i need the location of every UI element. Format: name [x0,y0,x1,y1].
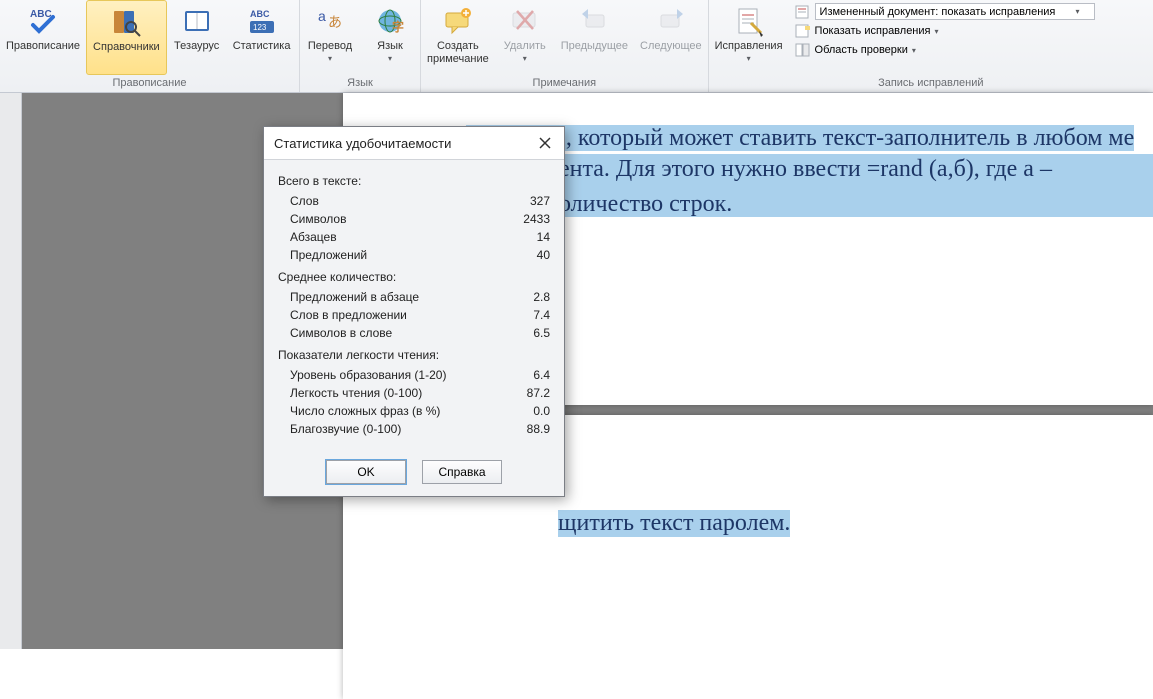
spelling-icon: ABC [26,4,60,38]
next-comment-icon [654,4,688,38]
group-tracking-label: Запись исправлений [709,75,1153,92]
language-icon: 字 [373,4,407,38]
group-proofing-label: Правописание [0,75,299,92]
new-comment-label: Создатьпримечание [427,40,489,65]
ribbon: ABC Правописание Справочники Тезаурус AB… [0,0,1153,93]
counts-header: Всего в тексте: [278,174,550,188]
dialog-titlebar[interactable]: Статистика удобочитаемости [264,127,564,160]
track-changes-button[interactable]: Исправления ▾ [709,0,789,75]
dropdown-arrow-icon: ▾ [523,54,527,63]
ribbon-group-proofing: ABC Правописание Справочники Тезаурус AB… [0,0,300,92]
stat-row-chars: Символов2433 [278,210,550,228]
svg-text:ABC: ABC [30,9,52,20]
thesaurus-icon [180,4,214,38]
ribbon-group-comments: Создатьпримечание Удалить ▾ Предыдущее [421,0,709,92]
spelling-label: Правописание [6,40,80,53]
stat-row-words-per-sent: Слов в предложении7.4 [278,306,550,324]
close-icon [539,137,551,149]
thesaurus-label: Тезаурус [174,40,219,53]
research-label: Справочники [93,41,160,54]
svg-text:123: 123 [253,23,267,32]
dialog-body: Всего в тексте: Слов327 Символов2433 Абз… [264,160,564,450]
display-for-review-value: Измененный документ: показать исправлени… [820,6,1056,18]
reviewing-pane-button[interactable]: Область проверки ▾ [795,42,1095,58]
translate-icon: aあ [313,4,347,38]
display-for-review-select[interactable]: Измененный документ: показать исправлени… [815,3,1095,20]
dialog-title: Статистика удобочитаемости [274,136,451,151]
svg-text:字: 字 [392,19,404,34]
readability-header: Показатели легкости чтения: [278,348,550,362]
stat-row-paragraphs: Абзацев14 [278,228,550,246]
translate-label: Перевод [308,40,352,53]
ok-button[interactable]: OK [326,460,406,484]
wordcount-label: Статистика [233,40,291,53]
wordcount-icon: ABC 123 [245,4,279,38]
document-workspace: генератор, который может ставить текст-з… [0,93,1153,649]
language-label: Язык [377,40,403,53]
show-markup-icon [795,23,811,39]
dropdown-arrow-icon: ▾ [388,54,392,63]
group-language-label: Язык [300,75,420,92]
previous-comment-icon [577,4,611,38]
track-changes-label: Исправления [715,40,783,53]
chevron-down-icon: ▾ [935,27,939,36]
translate-button[interactable]: aあ Перевод ▾ [300,0,360,75]
language-button[interactable]: 字 Язык ▾ [360,0,420,75]
display-review-icon [795,4,811,20]
next-comment-label: Следующее [640,40,702,53]
previous-comment-button[interactable]: Предыдущее [555,0,634,75]
research-button[interactable]: Справочники [86,0,167,75]
document-text[interactable]: оличество строк. [559,191,732,218]
document-text[interactable]: щитить текст паролем. [466,510,790,537]
stat-row-sent-per-para: Предложений в абзаце2.8 [278,288,550,306]
new-comment-button[interactable]: Создатьпримечание [421,0,495,75]
dropdown-arrow-icon: ▾ [747,54,751,63]
show-markup-button[interactable]: Показать исправления ▾ [795,23,1095,39]
ribbon-group-language: aあ Перевод ▾ 字 Язык ▾ Язык [300,0,421,92]
thesaurus-button[interactable]: Тезаурус [167,0,227,75]
svg-text:a: a [318,8,326,24]
spelling-button[interactable]: ABC Правописание [0,0,86,75]
readability-statistics-dialog: Статистика удобочитаемости Всего в текст… [263,126,565,497]
svg-text:あ: あ [328,14,342,30]
ribbon-group-tracking: Исправления ▾ Измененный документ: показ… [709,0,1153,92]
dialog-buttons: OK Справка [264,450,564,496]
reviewing-pane-icon [795,42,811,58]
averages-header: Среднее количество: [278,270,550,284]
delete-comment-button[interactable]: Удалить ▾ [495,0,555,75]
show-markup-label: Показать исправления [815,25,931,37]
stat-row-chars-per-word: Символов в слове6.5 [278,324,550,342]
chevron-down-icon: ▾ [1076,7,1080,16]
vertical-ruler[interactable] [0,93,22,649]
delete-comment-label: Удалить [504,40,546,53]
group-comments-label: Примечания [421,75,708,92]
research-icon [109,5,143,39]
close-button[interactable] [534,133,556,153]
reviewing-pane-label: Область проверки [815,44,908,56]
delete-comment-icon [508,4,542,38]
previous-comment-label: Предыдущее [561,40,628,53]
stat-row-sentences: Предложений40 [278,246,550,264]
chevron-down-icon: ▾ [912,46,916,55]
new-comment-icon [441,4,475,38]
next-comment-button[interactable]: Следующее [634,0,708,75]
track-changes-icon [732,4,766,38]
dropdown-arrow-icon: ▾ [328,54,332,63]
stat-row-words: Слов327 [278,192,550,210]
stat-row-euphony: Благозвучие (0-100)88.9 [278,420,550,438]
stat-row-grade: Уровень образования (1-20)6.4 [278,366,550,384]
wordcount-button[interactable]: ABC 123 Статистика [227,0,297,75]
stat-row-ease: Легкость чтения (0-100)87.2 [278,384,550,402]
svg-text:ABC: ABC [250,9,270,19]
help-button[interactable]: Справка [422,460,502,484]
stat-row-complex: Число сложных фраз (в %)0.0 [278,402,550,420]
